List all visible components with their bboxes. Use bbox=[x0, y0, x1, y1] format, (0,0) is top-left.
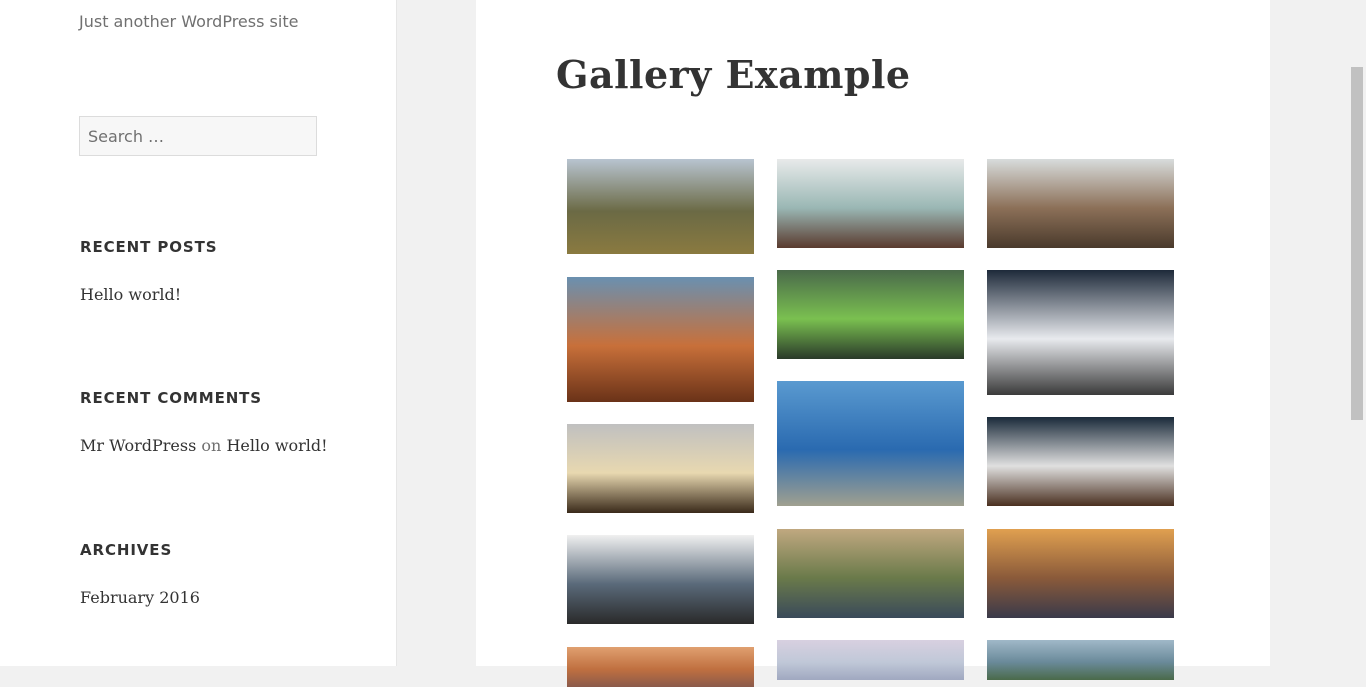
gallery-photo bbox=[777, 270, 964, 359]
gallery-image[interactable] bbox=[777, 381, 964, 506]
archive-link[interactable]: February 2016 bbox=[80, 588, 200, 607]
main-content: Gallery Example bbox=[476, 0, 1270, 687]
gallery-photo bbox=[777, 529, 964, 618]
gallery-image[interactable] bbox=[777, 529, 964, 618]
gallery-photo bbox=[987, 417, 1174, 506]
search-input[interactable] bbox=[79, 116, 317, 156]
scrollbar[interactable] bbox=[1349, 0, 1366, 666]
gallery-photo bbox=[987, 159, 1174, 248]
gallery-photo bbox=[987, 529, 1174, 618]
gallery-image[interactable] bbox=[987, 270, 1174, 395]
gallery-photo bbox=[567, 535, 754, 624]
gallery-photo bbox=[567, 277, 754, 402]
gallery-photo bbox=[777, 640, 964, 680]
gallery-image[interactable] bbox=[987, 417, 1174, 506]
gallery-photo bbox=[777, 381, 964, 506]
gallery-photo bbox=[777, 159, 964, 248]
recent-comment-item: Mr WordPress on Hello world! bbox=[80, 436, 328, 455]
gallery-image[interactable] bbox=[777, 640, 964, 680]
gallery-image[interactable] bbox=[567, 535, 754, 624]
gallery-photo bbox=[567, 647, 754, 687]
gallery-image[interactable] bbox=[567, 277, 754, 402]
sidebar: Just another WordPress site RECENT POSTS… bbox=[0, 0, 397, 666]
archives-title: ARCHIVES bbox=[80, 541, 173, 559]
gallery-image[interactable] bbox=[777, 159, 964, 248]
gallery-image[interactable] bbox=[987, 159, 1174, 248]
gallery-image[interactable] bbox=[567, 647, 754, 687]
gallery-image[interactable] bbox=[567, 159, 754, 254]
comment-author-link[interactable]: Mr WordPress bbox=[80, 436, 196, 455]
gallery-image[interactable] bbox=[777, 270, 964, 359]
gallery-image[interactable] bbox=[567, 424, 754, 513]
scrollbar-thumb[interactable] bbox=[1351, 67, 1363, 420]
gallery-photo bbox=[567, 159, 754, 254]
comment-post-link[interactable]: Hello world! bbox=[226, 436, 327, 455]
comment-on-text: on bbox=[201, 436, 222, 455]
gallery-image[interactable] bbox=[987, 640, 1174, 680]
gallery-image[interactable] bbox=[987, 529, 1174, 618]
recent-post-link[interactable]: Hello world! bbox=[80, 285, 181, 304]
gallery-photo bbox=[987, 270, 1174, 395]
site-description: Just another WordPress site bbox=[79, 12, 299, 31]
gallery-photo bbox=[987, 640, 1174, 680]
gallery-photo bbox=[567, 424, 754, 513]
recent-posts-title: RECENT POSTS bbox=[80, 238, 218, 256]
page-title: Gallery Example bbox=[556, 52, 911, 97]
recent-comments-title: RECENT COMMENTS bbox=[80, 389, 263, 407]
